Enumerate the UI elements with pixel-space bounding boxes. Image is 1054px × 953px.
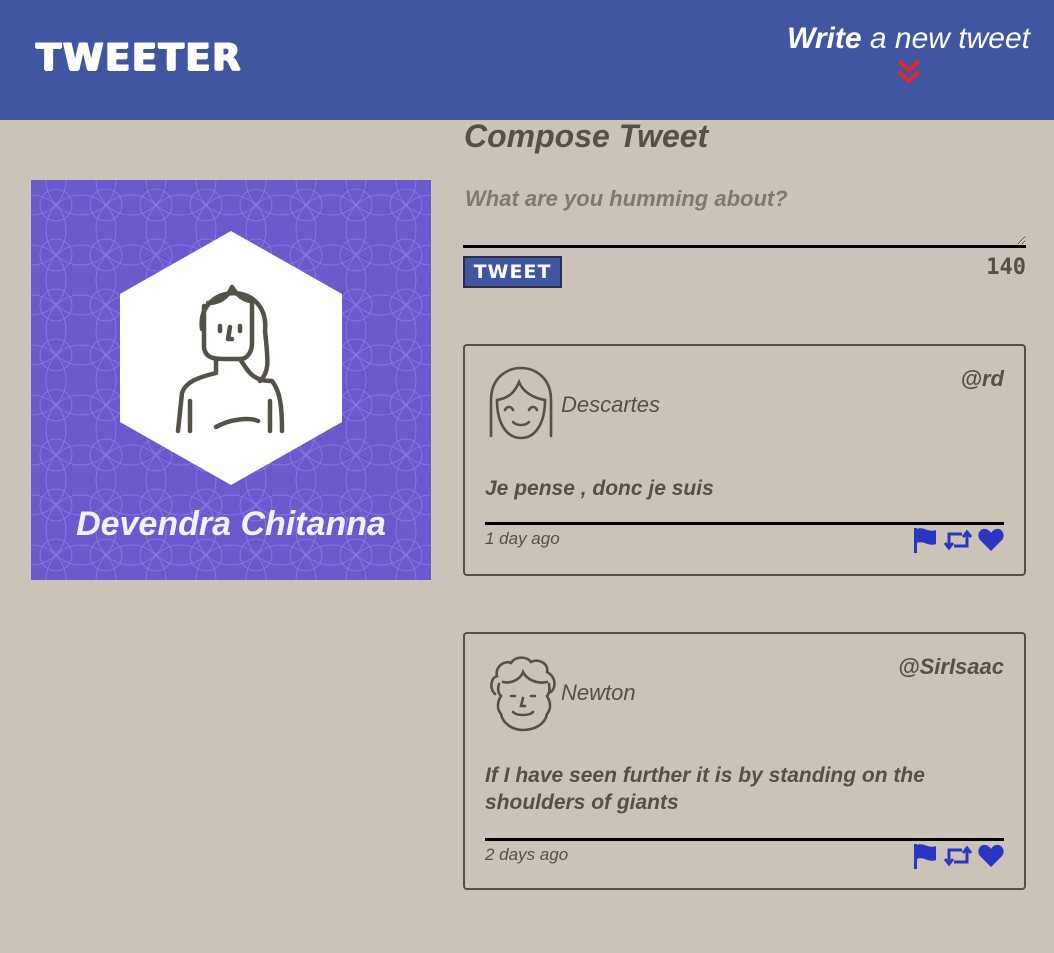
tweet-age: 2 days ago xyxy=(485,845,569,864)
tweet-card: Descartes @rd Je pense , donc je suis 1 … xyxy=(463,344,1026,576)
write-new-tweet-toggle[interactable]: Write a new tweet xyxy=(787,22,1030,86)
tweet-display-name: Newton xyxy=(561,680,636,705)
tweet-actions xyxy=(912,843,1004,874)
tweet-footer: 1 day ago xyxy=(485,522,1004,562)
top-nav: TWEETER Write a new tweet xyxy=(0,0,1054,120)
tweet-display-name: Descartes xyxy=(561,392,661,417)
tweet-card: Newton @SirIsaac If I have seen further … xyxy=(463,632,1026,890)
app-logo[interactable]: TWEETER xyxy=(36,36,242,79)
profile-name: Devendra Chitanna xyxy=(76,505,386,543)
character-counter: 140 xyxy=(986,255,1026,280)
write-label-strong: Write xyxy=(787,22,862,55)
profile-card: Devendra Chitanna xyxy=(31,180,431,580)
double-chevron-down-icon[interactable] xyxy=(896,58,922,86)
tweet-input[interactable] xyxy=(463,186,1026,248)
tweet-footer: 2 days ago xyxy=(485,838,1004,878)
flag-icon[interactable] xyxy=(912,527,938,558)
tweet-actions xyxy=(912,527,1004,558)
tweet-handle[interactable]: @SirIsaac xyxy=(898,654,1004,680)
curly-hair-avatar-icon xyxy=(490,656,556,732)
tweet-handle[interactable]: @rd xyxy=(961,366,1004,392)
flag-icon[interactable] xyxy=(912,843,938,874)
tweet-content: Je pense , donc je suis xyxy=(485,477,714,500)
woman-avatar-icon xyxy=(120,231,342,485)
retweet-icon[interactable] xyxy=(943,529,973,556)
tweet-content: If I have seen further it is by standing… xyxy=(485,764,925,814)
smiling-girl-avatar-icon xyxy=(489,366,553,440)
compose-title: Compose Tweet xyxy=(464,118,709,154)
retweet-icon[interactable] xyxy=(943,845,973,872)
heart-icon[interactable] xyxy=(978,844,1004,873)
write-label-rest: a new tweet xyxy=(861,22,1030,55)
heart-icon[interactable] xyxy=(978,528,1004,557)
tweet-submit-button[interactable]: TWEET xyxy=(463,256,562,288)
write-new-tweet-label: Write a new tweet xyxy=(787,22,1030,56)
tweet-age: 1 day ago xyxy=(485,529,560,548)
